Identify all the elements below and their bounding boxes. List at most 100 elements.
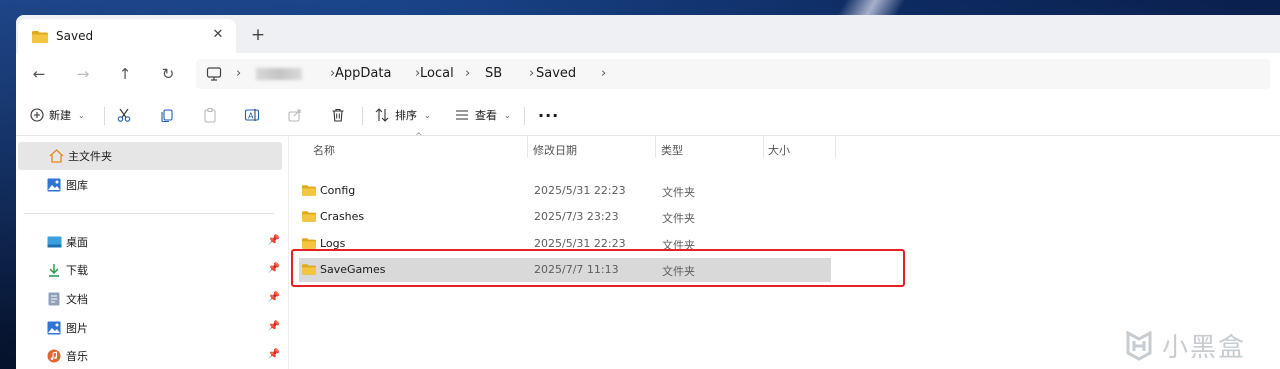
- file-name: Crashes: [320, 210, 365, 223]
- tab-title: Saved: [56, 29, 94, 43]
- folder-icon: [302, 185, 316, 199]
- column-header-row: ^ 名称 修改日期 类型 大小: [289, 132, 1280, 162]
- breadcrumb-separator: ›: [601, 66, 607, 81]
- sidebar-item-pictures[interactable]: 图片 📌: [16, 314, 280, 342]
- file-row[interactable]: Config 2025/5/31 22:23 文件夹: [299, 179, 831, 203]
- document-icon: [46, 291, 62, 307]
- sidebar-item-desktop[interactable]: 桌面 📌: [16, 228, 280, 256]
- sidebar-item-label: 桌面: [66, 236, 88, 249]
- chevron-down-icon: ⌄: [424, 110, 431, 120]
- copy-button[interactable]: [159, 105, 175, 125]
- view-list-icon: [456, 110, 468, 120]
- forward-button[interactable]: →: [72, 63, 94, 85]
- view-label: 查看: [475, 109, 497, 122]
- copy-icon: [161, 109, 173, 123]
- column-divider[interactable]: [527, 136, 528, 158]
- file-date: 2025/5/31 22:23: [534, 184, 626, 197]
- column-divider[interactable]: [835, 136, 836, 158]
- trash-icon: [332, 108, 344, 122]
- divider: [104, 107, 105, 125]
- sidebar-divider: [24, 213, 274, 214]
- pictures-icon: [46, 320, 62, 336]
- breadcrumb-separator: ›: [465, 66, 471, 81]
- heybox-logo-icon: [1126, 330, 1152, 361]
- download-icon: [46, 262, 62, 278]
- svg-text:A: A: [248, 112, 254, 121]
- sidebar-item-label: 图库: [66, 179, 88, 192]
- command-bar: 新建 ⌄ A 排序 ⌄ 查看 ⌄ ···: [16, 95, 1280, 136]
- pin-icon[interactable]: 📌: [268, 349, 280, 360]
- share-button[interactable]: [287, 105, 303, 125]
- column-divider[interactable]: [655, 136, 656, 158]
- sidebar-item-documents[interactable]: 文档 📌: [16, 285, 280, 313]
- column-header-size[interactable]: 大小: [768, 142, 790, 158]
- view-button[interactable]: 查看 ⌄: [454, 105, 511, 125]
- pin-icon[interactable]: 📌: [268, 235, 280, 246]
- more-button[interactable]: ···: [538, 105, 559, 125]
- sidebar-item-label: 下载: [66, 264, 88, 277]
- sidebar-item-home[interactable]: 主文件夹: [18, 142, 282, 170]
- share-icon: [288, 109, 301, 122]
- desktop-icon: [46, 234, 62, 250]
- back-button[interactable]: ←: [28, 63, 50, 85]
- address-row: ← → ↑ ↻ › › AppData › Local › SB › Saved…: [16, 53, 1280, 95]
- column-header-type[interactable]: 类型: [661, 142, 683, 158]
- file-type: 文件夹: [662, 212, 695, 225]
- sidebar-item-label: 图片: [66, 322, 88, 335]
- plus-circle-icon: [30, 108, 44, 122]
- new-button[interactable]: 新建 ⌄: [30, 105, 85, 125]
- sort-label: 排序: [395, 109, 417, 122]
- more-icon: ···: [538, 105, 560, 125]
- rename-icon: A: [244, 109, 260, 121]
- watermark: 小黑盒: [1122, 327, 1246, 364]
- column-header-date[interactable]: 修改日期: [533, 142, 577, 158]
- sidebar-item-downloads[interactable]: 下载 📌: [16, 256, 280, 284]
- breadcrumb-saved[interactable]: Saved: [536, 66, 576, 81]
- sort-button[interactable]: 排序 ⌄: [374, 105, 431, 125]
- folder-icon: [32, 31, 48, 46]
- blurred-username: [256, 68, 302, 80]
- sort-icon: [375, 108, 389, 122]
- gallery-icon: [46, 177, 62, 193]
- rename-button[interactable]: A: [244, 105, 260, 125]
- delete-button[interactable]: [330, 105, 346, 125]
- home-icon: [48, 148, 64, 164]
- pin-icon[interactable]: 📌: [268, 263, 280, 274]
- folder-icon: [302, 211, 316, 225]
- new-label: 新建: [49, 109, 71, 122]
- clipboard-icon: [204, 108, 216, 123]
- file-row[interactable]: Crashes 2025/7/3 23:23 文件夹: [299, 205, 831, 229]
- new-tab-button[interactable]: +: [248, 25, 268, 45]
- red-highlight-box: [291, 249, 905, 287]
- pin-icon[interactable]: 📌: [268, 321, 280, 332]
- divider: [524, 107, 525, 125]
- pin-icon[interactable]: 📌: [268, 292, 280, 303]
- cut-button[interactable]: [116, 105, 132, 125]
- file-type: 文件夹: [662, 186, 695, 199]
- paste-button[interactable]: [202, 105, 218, 125]
- sidebar-item-music[interactable]: 音乐 📌: [16, 342, 280, 369]
- chevron-down-icon: ⌄: [78, 110, 85, 120]
- breadcrumb-local[interactable]: Local: [420, 66, 454, 81]
- breadcrumb-appdata[interactable]: AppData: [335, 66, 391, 81]
- tab-saved[interactable]: Saved ✕: [18, 19, 236, 53]
- breadcrumb-sb[interactable]: SB: [485, 66, 502, 81]
- close-icon[interactable]: ✕: [210, 27, 226, 43]
- sidebar-item-label: 主文件夹: [68, 150, 112, 163]
- music-icon: [46, 348, 62, 364]
- monitor-icon[interactable]: [206, 66, 222, 85]
- up-button[interactable]: ↑: [114, 63, 136, 85]
- divider: [362, 107, 363, 125]
- sort-ascending-icon: ^: [415, 132, 423, 142]
- breadcrumb-separator: ›: [236, 66, 242, 81]
- sidebar-item-gallery[interactable]: 图库: [16, 171, 280, 199]
- sidebar-item-label: 音乐: [66, 350, 88, 363]
- column-divider[interactable]: [763, 136, 764, 158]
- refresh-button[interactable]: ↻: [157, 63, 179, 85]
- address-bar[interactable]: › › AppData › Local › SB › Saved ›: [196, 59, 1270, 89]
- chevron-down-icon: ⌄: [504, 110, 511, 120]
- sidebar-item-label: 文档: [66, 293, 88, 306]
- tab-bar: Saved ✕ +: [16, 15, 1280, 53]
- column-header-name[interactable]: 名称: [313, 142, 335, 158]
- breadcrumb-separator: ›: [529, 66, 535, 81]
